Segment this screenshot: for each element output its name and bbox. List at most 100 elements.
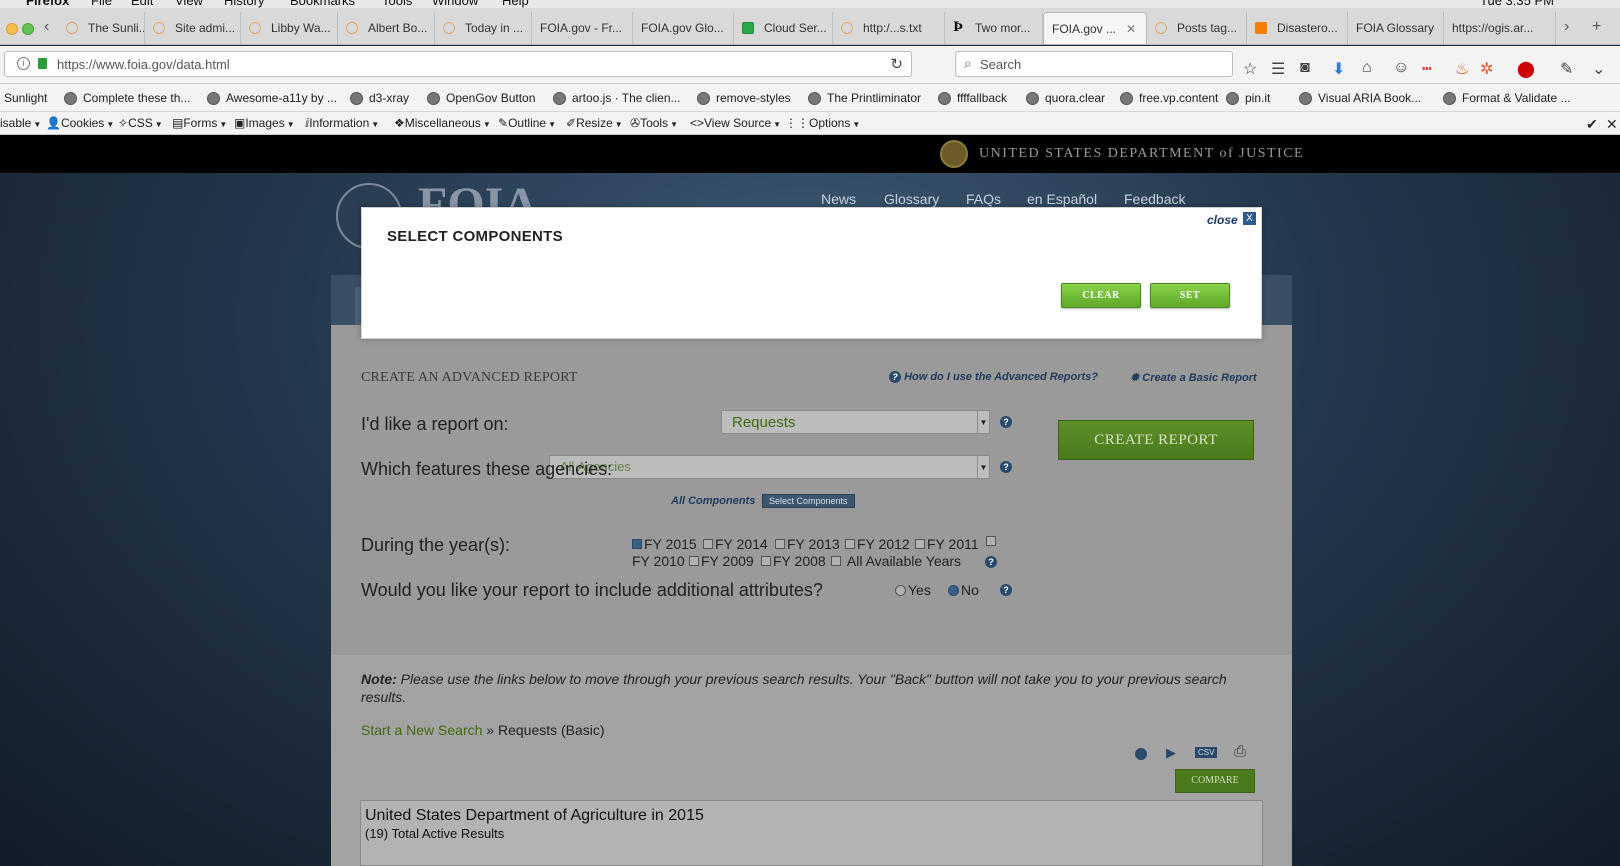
tab-disastero[interactable]: Disastero... (1247, 12, 1348, 44)
addon-flame-icon[interactable]: ♨ (1455, 59, 1469, 79)
pencil-icon: ✎ (498, 116, 509, 130)
os-menubar: Firefox File Edit View History Bookmarks… (0, 0, 1620, 8)
tab-foia-glossary-1[interactable]: FOIA.gov Glo... (633, 12, 734, 44)
tab-foia-fr[interactable]: FOIA.gov - Fr... (532, 12, 633, 44)
close-icon[interactable]: X (1243, 212, 1256, 225)
search-input[interactable]: ⌕ Search (955, 51, 1233, 77)
os-menu-window[interactable]: Window (432, 0, 478, 8)
zoom-window-icon[interactable] (22, 23, 34, 35)
tab-txt-file[interactable]: http:/...s.txt (833, 12, 945, 44)
tab-foia-glossary-2[interactable]: FOIA Glossary (1348, 12, 1444, 44)
bookmark-ffffallback[interactable]: ffffallback (938, 91, 1007, 105)
p-favicon-icon: Þ (953, 20, 963, 35)
wd-cookies[interactable]: 👤Cookies ▼ (46, 116, 114, 130)
bookmark-opengov[interactable]: OpenGov Button (427, 91, 535, 105)
os-menu-bookmarks[interactable]: Bookmarks (290, 0, 355, 8)
wd-css[interactable]: ✧CSS ▼ (118, 116, 163, 130)
os-clock: Tue 3:35 PM (1480, 0, 1554, 8)
os-menu-file[interactable]: File (91, 0, 112, 8)
modal-close-link[interactable]: close (1207, 213, 1238, 227)
globe-icon (808, 91, 821, 105)
tab-sunlight[interactable]: The Sunli... (58, 12, 145, 44)
wd-miscellaneous[interactable]: ❖Miscellaneous ▼ (394, 116, 491, 130)
dropdown-caret-icon: ▼ (219, 120, 228, 129)
url-text[interactable]: https://www.foia.gov/data.html (57, 57, 230, 72)
wd-outline[interactable]: ✎Outline ▼ (498, 116, 556, 130)
dropdown-caret-icon: ▼ (548, 120, 557, 129)
search-icon: ⌕ (964, 55, 972, 71)
emoji-icon[interactable]: ☺ (1393, 59, 1409, 77)
doj-header-text[interactable]: UNITED STATES DEPARTMENT of JUSTICE (979, 146, 1304, 162)
os-menu-edit[interactable]: Edit (131, 0, 153, 8)
bookmark-d3-xray[interactable]: d3-xray (350, 91, 409, 105)
set-button[interactable]: SET (1150, 283, 1230, 308)
tab-foia-active[interactable]: FOIA.gov ... ✕ (1043, 12, 1147, 44)
bookmark-awesome-a11y[interactable]: Awesome-a11y by ... (207, 91, 337, 105)
tab-posts-tagged[interactable]: Posts tag... (1147, 12, 1247, 44)
bookmark-free-vp[interactable]: free.vp.content (1120, 91, 1218, 105)
globe-icon (207, 91, 220, 105)
bookmark-visual-aria[interactable]: Visual ARIA Book... (1299, 91, 1421, 105)
bookmark-sunlight[interactable]: Sunlight (4, 91, 47, 105)
bookmark-quora-clear[interactable]: quora.clear (1026, 91, 1105, 105)
new-tab-icon[interactable]: + (1592, 18, 1601, 36)
wd-images[interactable]: ▣Images ▼ (234, 116, 295, 130)
bookmark-complete[interactable]: Complete these th... (64, 91, 190, 105)
tab-site-admin[interactable]: Site admi... (145, 12, 241, 44)
wd-resize[interactable]: ✐Resize ▼ (566, 116, 623, 130)
tab-favicon-icon (841, 22, 853, 34)
wd-information[interactable]: ⅈInformation ▼ (305, 116, 379, 130)
bookmark-pin-it[interactable]: pin.it (1226, 91, 1270, 105)
tab-albert[interactable]: Albert Bo... (338, 12, 435, 44)
tabs-scroll-left-icon[interactable]: ‹ (44, 18, 49, 36)
os-menu-help[interactable]: Help (502, 0, 529, 8)
tabs-scroll-right-icon[interactable]: › (1564, 18, 1569, 36)
globe-icon (697, 91, 710, 105)
wd-disable[interactable]: isable ▼ (0, 116, 41, 130)
os-menu-tools[interactable]: Tools (382, 0, 412, 8)
dropdown-caret-icon: ▼ (670, 120, 678, 129)
bookmark-star-icon[interactable]: ☆ (1243, 59, 1257, 79)
dropdown-caret-icon: ▼ (614, 120, 623, 129)
secure-lock-icon[interactable] (38, 58, 47, 69)
os-menu-view[interactable]: View (175, 0, 203, 8)
adblock-icon[interactable]: ⬤ (1517, 59, 1535, 79)
tab-libby[interactable]: Libby Wa... (241, 12, 338, 44)
tab-today-in[interactable]: Today in ... (435, 12, 532, 44)
os-menu-history[interactable]: History (224, 0, 264, 8)
pocket-icon[interactable]: ◙ (1300, 59, 1310, 77)
bookmark-remove-styles[interactable]: remove-styles (697, 91, 791, 105)
wd-view-source[interactable]: <>View Source ▼ (690, 116, 781, 130)
url-bar[interactable]: i https://www.foia.gov/data.html ↻ (4, 51, 912, 77)
wd-tools[interactable]: ✇Tools ▼ (630, 116, 678, 130)
minimize-window-icon[interactable] (6, 23, 18, 35)
addon-fox-icon[interactable]: ✲ (1480, 59, 1493, 79)
os-menu-firefox[interactable]: Firefox (26, 0, 69, 8)
close-tab-icon[interactable]: ✕ (1126, 22, 1136, 36)
bookmark-artoo[interactable]: artoo.js · The clien... (553, 91, 681, 105)
dropdown-caret-icon: ▼ (106, 120, 115, 129)
addon-tools-icon[interactable]: ✎ (1560, 59, 1573, 79)
addon-icon[interactable]: ┅ (1422, 59, 1432, 79)
doj-seal-icon (940, 140, 968, 168)
bookmark-printliminator[interactable]: The Printliminator (808, 91, 921, 105)
modal-title: SELECT COMPONENTS (387, 228, 563, 245)
clear-button[interactable]: CLEAR (1061, 283, 1141, 308)
tab-ogis[interactable]: https://ogis.ar... (1444, 12, 1556, 44)
wd-options[interactable]: ⋮⋮Options ▼ (785, 116, 860, 130)
download-icon[interactable]: ⬇ (1332, 59, 1345, 79)
reading-list-icon[interactable]: ☰ (1271, 59, 1285, 79)
tab-two-more[interactable]: Þ Two mor... (945, 12, 1043, 44)
globe-icon (427, 91, 440, 105)
bookmark-format-validate[interactable]: Format & Validate ... (1443, 91, 1571, 105)
home-icon[interactable]: ⌂ (1362, 59, 1372, 77)
site-info-icon[interactable]: i (17, 57, 30, 70)
tab-cloud-services[interactable]: Cloud Ser... (734, 12, 833, 44)
wd-forms[interactable]: ▤Forms ▼ (172, 116, 227, 130)
reload-icon[interactable]: ↻ (890, 55, 903, 73)
dropdown-caret-icon: ▼ (852, 120, 861, 129)
globe-icon (1120, 91, 1133, 105)
checkmark-icon[interactable]: ✔ (1586, 116, 1598, 133)
overflow-menu-icon[interactable]: ⌄ (1592, 59, 1605, 79)
close-toolbar-icon[interactable]: ✕ (1606, 116, 1618, 133)
